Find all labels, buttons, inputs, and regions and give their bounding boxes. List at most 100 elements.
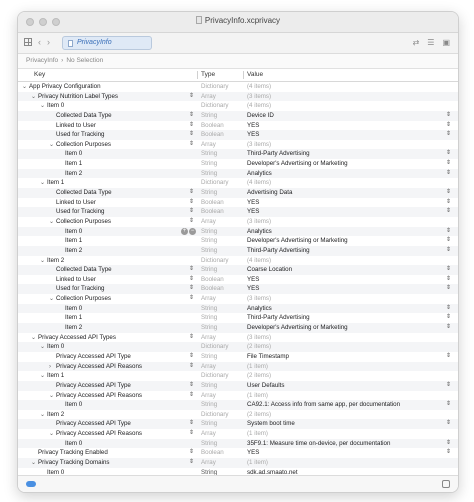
- key-popup-stepper-icon[interactable]: ⇕: [189, 294, 194, 304]
- row-type[interactable]: Array: [201, 362, 216, 372]
- row-key[interactable]: Linked to User: [49, 275, 96, 285]
- row-value[interactable]: Advertising Data: [247, 188, 292, 198]
- plist-row[interactable]: Privacy Accessed API Type ⇕ String System b…: [18, 419, 458, 430]
- row-key[interactable]: Privacy Accessed API Type: [49, 381, 131, 391]
- row-value[interactable]: Third-Party Advertising: [247, 149, 310, 159]
- row-key[interactable]: Collected Data Type: [49, 111, 112, 121]
- row-type[interactable]: Array: [201, 140, 216, 150]
- row-key[interactable]: Item 1: [58, 159, 82, 169]
- row-type[interactable]: Boolean: [201, 275, 224, 285]
- back-button[interactable]: ‹: [38, 38, 41, 47]
- plist-row[interactable]: › Privacy Accessed API Reasons ⇕ Array (1 it…: [18, 361, 458, 372]
- value-popup-stepper-icon[interactable]: ⇕: [446, 419, 451, 429]
- row-type[interactable]: String: [201, 352, 217, 362]
- plist-row[interactable]: ⌄ Privacy Tracking Domains ⇕ Array (1 item): [18, 457, 458, 468]
- row-key[interactable]: Item 2: [58, 169, 82, 179]
- key-popup-stepper-icon[interactable]: ⇕: [189, 391, 194, 401]
- value-popup-stepper-icon[interactable]: ⇕: [446, 159, 451, 169]
- row-value[interactable]: 35F9.1: Measure time on-device, per docu…: [247, 439, 390, 449]
- value-popup-stepper-icon[interactable]: ⇕: [446, 236, 451, 246]
- plist-row[interactable]: ⌄ Item 1 Dictionary (2 items): [18, 371, 458, 381]
- value-popup-stepper-icon[interactable]: ⇕: [446, 111, 451, 121]
- plist-row[interactable]: Item 0 String 35F9.1: Measure time on-devi…: [18, 438, 458, 449]
- row-value[interactable]: Third-Party Advertising: [247, 313, 310, 323]
- row-type[interactable]: String: [201, 439, 217, 449]
- row-key[interactable]: Privacy Tracking Enabled: [31, 448, 108, 458]
- key-popup-stepper-icon[interactable]: ⇕: [189, 352, 194, 362]
- plist-row[interactable]: ⌄ Collection Purposes ⇕ Array (3 items): [18, 140, 458, 150]
- row-key[interactable]: Privacy Accessed API Type: [49, 419, 131, 429]
- row-type[interactable]: Boolean: [201, 130, 224, 140]
- plist-row[interactable]: Item 1 String Developer's Advertising or M…: [18, 159, 458, 169]
- row-type[interactable]: String: [201, 323, 217, 333]
- forward-button[interactable]: ›: [47, 38, 50, 47]
- row-key[interactable]: Linked to User: [49, 121, 96, 131]
- key-popup-stepper-icon[interactable]: ⇕: [189, 188, 194, 198]
- column-key[interactable]: Key: [34, 69, 45, 81]
- row-type[interactable]: String: [201, 188, 217, 198]
- key-popup-stepper-icon[interactable]: ⇕: [189, 429, 194, 439]
- value-popup-stepper-icon[interactable]: ⇕: [446, 265, 451, 275]
- row-type[interactable]: Array: [201, 294, 216, 304]
- plist-row[interactable]: Used for Tracking ⇕ Boolean YES ⇕: [18, 284, 458, 295]
- row-type[interactable]: String: [201, 246, 217, 256]
- row-value[interactable]: Analytics: [247, 304, 272, 314]
- key-popup-stepper-icon[interactable]: ⇕: [189, 265, 194, 275]
- row-type[interactable]: String: [201, 159, 217, 169]
- plist-row[interactable]: Item 2 String Developer's Advertising or M…: [18, 323, 458, 333]
- plist-row[interactable]: ⌄ Item 2 Dictionary (2 items): [18, 410, 458, 420]
- key-popup-stepper-icon[interactable]: ⇕: [189, 448, 194, 458]
- row-type[interactable]: Boolean: [201, 284, 224, 294]
- key-popup-stepper-icon[interactable]: ⇕: [189, 207, 194, 217]
- key-popup-stepper-icon[interactable]: ⇕: [189, 111, 194, 121]
- row-key[interactable]: Item 0: [58, 227, 82, 237]
- value-popup-stepper-icon[interactable]: ⇕: [446, 313, 451, 323]
- plist-row[interactable]: Item 0 String Analytics ⇕: [18, 303, 458, 314]
- row-value[interactable]: YES: [247, 448, 259, 458]
- value-popup-stepper-icon[interactable]: ⇕: [446, 149, 451, 159]
- plist-row[interactable]: ⌄ Privacy Nutrition Label Types ⇕ Array (3 i…: [18, 91, 458, 102]
- row-key[interactable]: Item 1: [58, 236, 82, 246]
- row-type[interactable]: Dictionary: [201, 101, 229, 111]
- value-popup-stepper-icon[interactable]: ⇕: [446, 188, 451, 198]
- key-popup-stepper-icon[interactable]: ⇕: [189, 333, 194, 343]
- row-type[interactable]: Boolean: [201, 207, 224, 217]
- row-type[interactable]: Array: [201, 333, 216, 343]
- plist-row[interactable]: Linked to User ⇕ Boolean YES ⇕: [18, 198, 458, 208]
- row-value[interactable]: Developer's Advertising or Marketing: [247, 323, 348, 333]
- value-popup-stepper-icon[interactable]: ⇕: [446, 227, 451, 237]
- tab-privacyinfo[interactable]: PrivacyInfo: [62, 36, 152, 50]
- row-key[interactable]: Used for Tracking: [49, 207, 105, 217]
- column-type[interactable]: Type: [201, 69, 215, 81]
- plist-row[interactable]: Collected Data Type ⇕ String Device ID ⇕: [18, 110, 458, 121]
- value-popup-stepper-icon[interactable]: ⇕: [446, 352, 451, 362]
- row-value[interactable]: Device ID: [247, 111, 274, 121]
- key-popup-stepper-icon[interactable]: ⇕: [189, 381, 194, 391]
- row-type[interactable]: Array: [201, 92, 216, 102]
- row-type[interactable]: String: [201, 111, 217, 121]
- plist-row[interactable]: Privacy Accessed API Type ⇕ String File Tim…: [18, 352, 458, 362]
- plist-row[interactable]: Privacy Accessed API Type ⇕ String User Def…: [18, 380, 458, 391]
- row-key[interactable]: Item 0: [58, 439, 82, 449]
- value-popup-stepper-icon[interactable]: ⇕: [446, 284, 451, 294]
- row-key[interactable]: Item 2: [58, 323, 82, 333]
- grid-icon[interactable]: [24, 38, 32, 46]
- row-key[interactable]: Used for Tracking: [49, 130, 105, 140]
- plist-row[interactable]: ⌄ Item 2 Dictionary (4 items): [18, 256, 458, 266]
- plist-row[interactable]: Used for Tracking ⇕ Boolean YES ⇕: [18, 207, 458, 217]
- row-type[interactable]: Dictionary: [201, 178, 229, 188]
- plist-row[interactable]: Item 0 String Third-Party Advertising ⇕: [18, 149, 458, 160]
- row-type[interactable]: Boolean: [201, 198, 224, 208]
- key-popup-stepper-icon[interactable]: ⇕: [189, 92, 194, 102]
- plist-row[interactable]: Item 1 String Developer's Advertising or M…: [18, 236, 458, 246]
- row-value[interactable]: File Timestamp: [247, 352, 289, 362]
- row-value[interactable]: Developer's Advertising or Marketing: [247, 159, 348, 169]
- value-popup-stepper-icon[interactable]: ⇕: [446, 198, 451, 208]
- value-popup-stepper-icon[interactable]: ⇕: [446, 439, 451, 449]
- row-type[interactable]: Dictionary: [201, 342, 229, 352]
- row-value[interactable]: User Defaults: [247, 381, 284, 391]
- plist-row[interactable]: Linked to User ⇕ Boolean YES ⇕: [18, 275, 458, 285]
- row-type[interactable]: Dictionary: [201, 410, 229, 420]
- row-value[interactable]: Coarse Location: [247, 265, 292, 275]
- plist-row[interactable]: Item 0 String CA92.1: Access info from sam…: [18, 400, 458, 410]
